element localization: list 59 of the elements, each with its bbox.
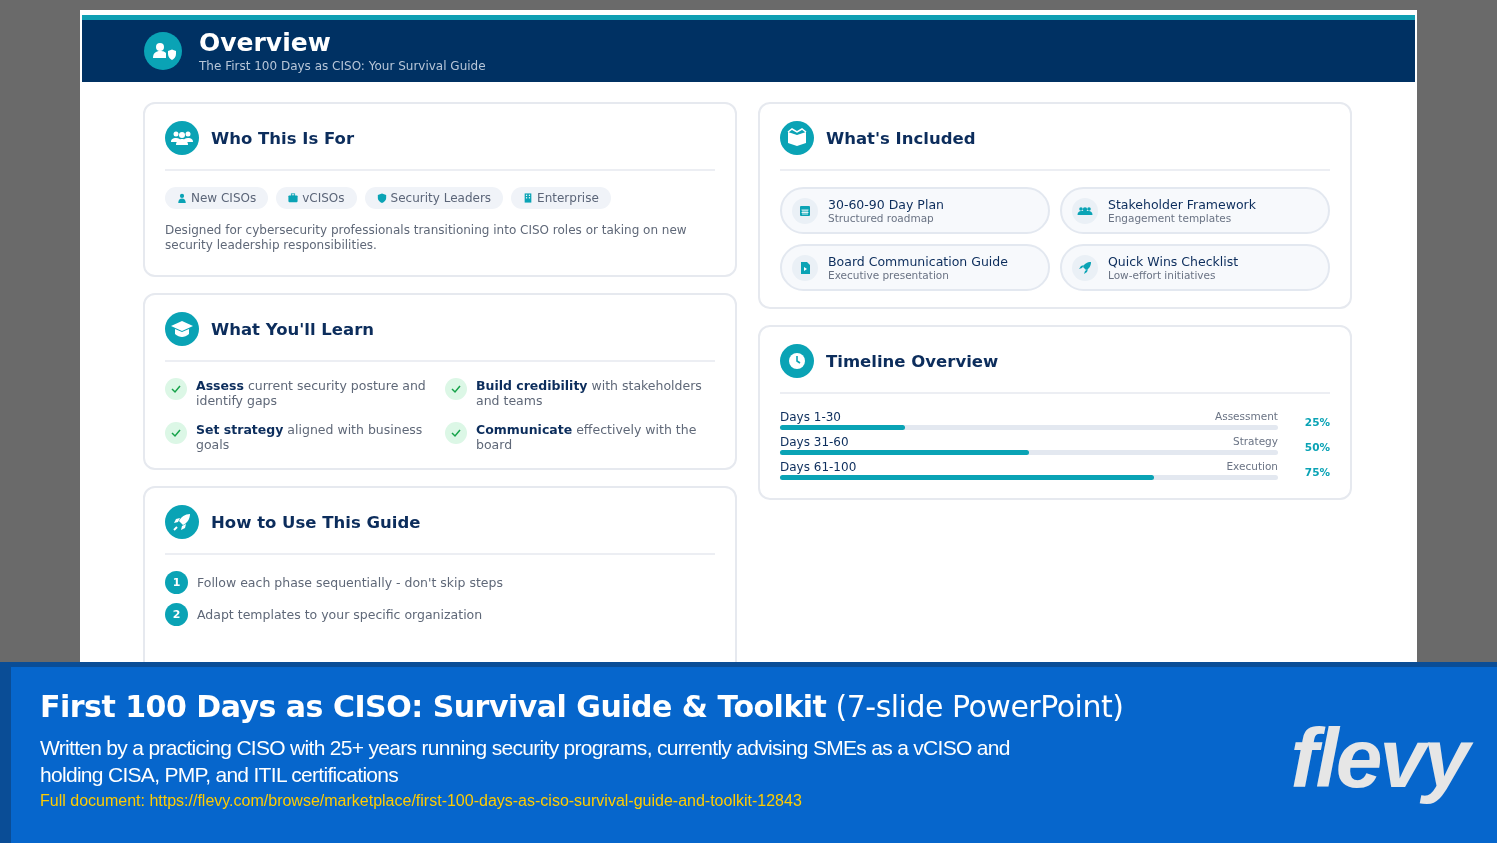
learning-point: Build credibility with stakeholders and teams <box>476 378 703 408</box>
step-number: 1 <box>165 571 188 594</box>
phase-percent: 75% <box>1303 466 1330 478</box>
rocket-icon <box>165 505 199 539</box>
item-title: Quick Wins Checklist <box>1108 254 1239 269</box>
card-title: What's Included <box>826 128 976 148</box>
slide-title: Overview <box>199 28 332 58</box>
description: Designed for cybersecurity professionals transitioning into CISO roles or taking on new security leadership responsibilities. <box>165 223 688 253</box>
calendar-icon <box>792 197 818 224</box>
box-icon <box>780 121 814 155</box>
document-icon <box>792 254 818 281</box>
item-subtitle: Engagement templates <box>1108 212 1233 224</box>
rocket-icon <box>1072 254 1098 281</box>
clock-icon <box>780 344 814 378</box>
document-link[interactable]: Full document: https://flevy.com/browse/marketplace/first-100-days-as-ciso-survival-guide-and-toolkit-12843 <box>40 792 802 809</box>
graduation-cap-icon <box>165 312 199 346</box>
card-title: How to Use This Guide <box>211 512 421 532</box>
audience-tag: Security Leaders <box>364 187 504 209</box>
audience-tag: vCISOs <box>276 187 357 209</box>
phase-percent: 25% <box>1303 416 1330 428</box>
logo: flevy <box>1286 709 1477 807</box>
step-text: Adapt templates to your specific organization <box>197 607 483 622</box>
slide-subtitle: The First 100 Days as CISO: Your Survival Guide <box>199 58 486 74</box>
shield-icon <box>376 193 387 203</box>
item-subtitle: Executive presentation <box>828 269 950 281</box>
people-icon <box>165 121 199 155</box>
user-shield-icon <box>144 32 182 70</box>
building-icon <box>523 193 534 203</box>
banner-title: First 100 Days as CISO: Survival Guide & Toolkit (7-slide PowerPoint) <box>40 689 1124 724</box>
step-text: Follow each phase sequentially - don't skip steps <box>197 575 503 590</box>
person-icon <box>177 193 187 203</box>
learning-point: Communicate effectively with the board <box>476 422 698 452</box>
item-subtitle: Structured roadmap <box>828 212 935 224</box>
learning-point: Assess current security posture and identify gaps <box>196 378 427 408</box>
card-title: What You'll Learn <box>211 319 375 339</box>
audience-tag: Enterprise <box>511 187 611 209</box>
item-title: Stakeholder Framework <box>1108 197 1256 212</box>
check-icon <box>165 378 187 400</box>
briefcase-icon <box>288 193 299 203</box>
check-icon <box>165 422 187 444</box>
check-icon <box>445 378 467 400</box>
learning-point: Set strategy aligned with business goals <box>196 422 424 452</box>
phase-name: Strategy <box>1233 435 1278 449</box>
check-icon <box>445 422 467 444</box>
audience-tag: New CISOs <box>165 187 269 209</box>
phase-name: Execution <box>1226 460 1278 474</box>
banner-description: Written by a practicing CISO with 25+ years running security programs, currently advising SMEs as a vCISO and holding CISA, PMP, and ITIL certifications <box>40 735 1011 788</box>
step-number: 2 <box>165 603 188 626</box>
card-title: Who This Is For <box>211 128 355 148</box>
people-icon <box>1072 197 1098 224</box>
phase-percent: 50% <box>1303 441 1330 453</box>
item-title: Board Communication Guide <box>828 254 1008 269</box>
phase-days: Days 31-60 <box>780 435 849 449</box>
card-title: Timeline Overview <box>826 351 999 371</box>
phase-days: Days 1-30 <box>780 410 841 424</box>
item-subtitle: Low-effort initiatives <box>1108 269 1217 281</box>
item-title: 30-60-90 Day Plan <box>828 197 944 212</box>
phase-name: Assessment <box>1215 410 1278 424</box>
phase-days: Days 61-100 <box>780 460 857 474</box>
